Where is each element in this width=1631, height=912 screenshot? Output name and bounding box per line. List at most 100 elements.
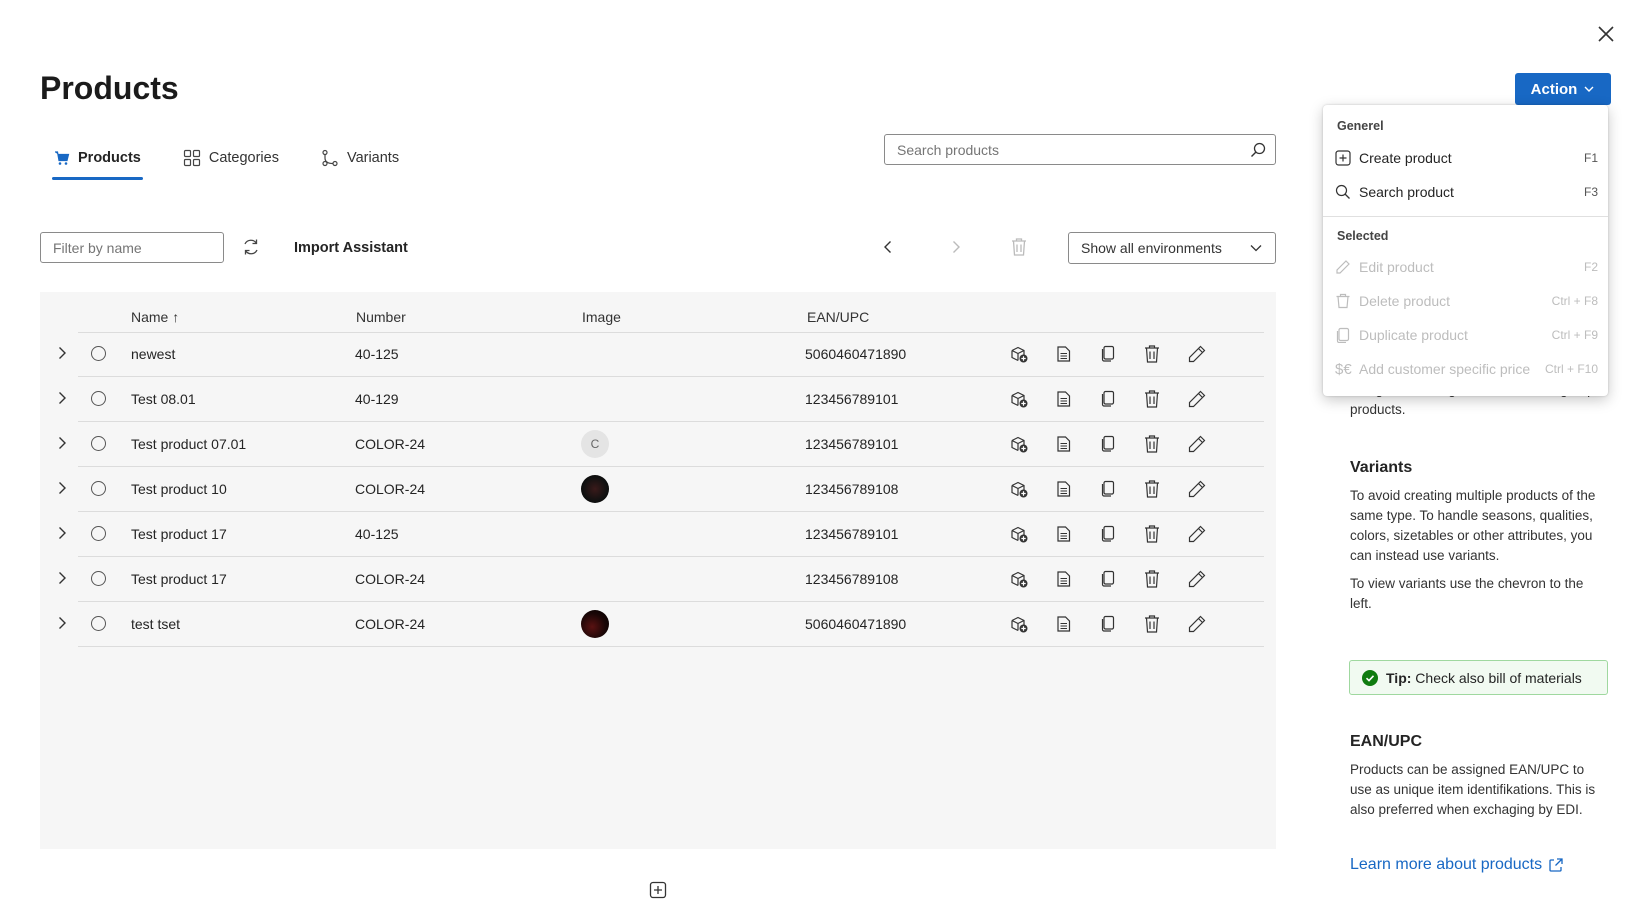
table-row[interactable]: Test 08.01 40-129 123456789101 <box>40 377 1276 422</box>
row-edit-button[interactable] <box>1187 344 1207 364</box>
row-select-radio[interactable] <box>91 526 106 541</box>
product-number: COLOR-24 <box>355 481 426 497</box>
row-delete-button[interactable] <box>1143 524 1161 544</box>
product-ean: 123456789101 <box>805 391 899 407</box>
row-document-button[interactable] <box>1055 569 1073 589</box>
row-edit-button[interactable] <box>1187 614 1207 634</box>
tab-categories[interactable]: Categories <box>181 140 281 176</box>
expand-row-button[interactable] <box>55 571 69 585</box>
row-document-button[interactable] <box>1055 344 1073 364</box>
row-delete-button[interactable] <box>1143 614 1161 634</box>
menu-divider <box>1323 216 1608 217</box>
document-icon <box>1055 344 1073 364</box>
row-duplicate-button[interactable] <box>1099 569 1117 589</box>
row-document-button[interactable] <box>1055 479 1073 499</box>
expand-row-button[interactable] <box>55 526 69 540</box>
row-select-radio[interactable] <box>91 391 106 406</box>
close-button[interactable] <box>1594 22 1618 46</box>
next-page-button[interactable] <box>948 239 964 255</box>
row-select-radio[interactable] <box>91 481 106 496</box>
table-row[interactable]: Test product 07.01 COLOR-24 C 123456789101 <box>40 422 1276 467</box>
column-header-name[interactable]: Name ↑ <box>131 309 179 325</box>
row-stock-button[interactable] <box>1009 389 1029 409</box>
delete-selected-button[interactable] <box>1010 237 1028 257</box>
menu-item-add-customer-price[interactable]: $€ Add customer specific price Ctrl + F1… <box>1335 355 1598 383</box>
table-row[interactable]: Test product 10 COLOR-24 123456789108 <box>40 467 1276 512</box>
tab-products-label: Products <box>78 150 141 166</box>
row-stock-button[interactable] <box>1009 524 1029 544</box>
row-stock-button[interactable] <box>1009 434 1029 454</box>
filter-by-name-input[interactable] <box>41 233 223 262</box>
tab-products[interactable]: Products <box>52 140 143 180</box>
row-duplicate-button[interactable] <box>1099 524 1117 544</box>
row-stock-button[interactable] <box>1009 614 1029 634</box>
row-document-button[interactable] <box>1055 389 1073 409</box>
row-delete-button[interactable] <box>1143 344 1161 364</box>
previous-page-button[interactable] <box>880 239 896 255</box>
expand-row-button[interactable] <box>55 616 69 630</box>
environment-select[interactable]: Show all environments <box>1068 232 1276 264</box>
row-stock-button[interactable] <box>1009 569 1029 589</box>
sort-ascending-icon: ↑ <box>172 309 180 325</box>
product-name: Test product 10 <box>131 481 227 497</box>
row-duplicate-button[interactable] <box>1099 389 1117 409</box>
row-select-radio[interactable] <box>91 571 106 586</box>
table-row[interactable]: Test product 17 40-125 123456789101 <box>40 512 1276 557</box>
trash-icon <box>1143 344 1161 364</box>
trash-icon <box>1143 524 1161 544</box>
row-edit-button[interactable] <box>1187 434 1207 454</box>
row-document-button[interactable] <box>1055 614 1073 634</box>
pencil-icon <box>1187 434 1207 454</box>
menu-item-search-product[interactable]: Search product F3 <box>1335 178 1598 206</box>
search-input[interactable] <box>885 141 1241 158</box>
menu-item-edit-product[interactable]: Edit product F2 <box>1335 253 1598 281</box>
expand-row-button[interactable] <box>55 346 69 360</box>
product-ean: 5060460471890 <box>805 346 907 362</box>
learn-more-link[interactable]: Learn more about products <box>1350 856 1564 874</box>
learn-more-label: Learn more about products <box>1350 856 1543 873</box>
row-edit-button[interactable] <box>1187 524 1207 544</box>
chevron-right-icon <box>59 437 66 449</box>
row-duplicate-button[interactable] <box>1099 434 1117 454</box>
row-select-radio[interactable] <box>91 616 106 631</box>
row-delete-button[interactable] <box>1143 389 1161 409</box>
column-header-number[interactable]: Number <box>356 309 406 325</box>
row-edit-button[interactable] <box>1187 389 1207 409</box>
add-row-button[interactable] <box>649 881 667 899</box>
expand-row-button[interactable] <box>55 391 69 405</box>
row-delete-button[interactable] <box>1143 434 1161 454</box>
expand-row-button[interactable] <box>55 436 69 450</box>
menu-item-duplicate-product[interactable]: Duplicate product Ctrl + F9 <box>1335 321 1598 349</box>
product-number: 40-125 <box>355 346 399 362</box>
row-delete-button[interactable] <box>1143 479 1161 499</box>
row-duplicate-button[interactable] <box>1099 344 1117 364</box>
menu-item-delete-product[interactable]: Delete product Ctrl + F8 <box>1335 287 1598 315</box>
row-edit-button[interactable] <box>1187 569 1207 589</box>
menu-item-create-product[interactable]: Create product F1 <box>1335 144 1598 172</box>
row-document-button[interactable] <box>1055 434 1073 454</box>
column-header-ean[interactable]: EAN/UPC <box>807 309 869 325</box>
tab-variants[interactable]: Variants <box>319 140 401 176</box>
row-edit-button[interactable] <box>1187 479 1207 499</box>
row-duplicate-button[interactable] <box>1099 614 1117 634</box>
table-row[interactable]: test tset COLOR-24 5060460471890 <box>40 602 1276 647</box>
expand-row-button[interactable] <box>55 481 69 495</box>
row-stock-button[interactable] <box>1009 479 1029 499</box>
row-document-button[interactable] <box>1055 524 1073 544</box>
column-header-image[interactable]: Image <box>582 309 621 325</box>
row-delete-button[interactable] <box>1143 569 1161 589</box>
search-button[interactable] <box>1241 142 1275 158</box>
table-row[interactable]: Test product 17 COLOR-24 123456789108 <box>40 557 1276 602</box>
row-select-radio[interactable] <box>91 436 106 451</box>
product-image <box>581 475 609 503</box>
plus-square-icon <box>1335 150 1351 166</box>
action-button[interactable]: Action <box>1515 73 1611 105</box>
chevron-left-icon <box>884 241 891 253</box>
table-row[interactable]: newest 40-125 5060460471890 <box>40 332 1276 377</box>
row-duplicate-button[interactable] <box>1099 479 1117 499</box>
refresh-button[interactable] <box>241 237 261 257</box>
document-icon <box>1055 434 1073 454</box>
row-stock-button[interactable] <box>1009 344 1029 364</box>
row-select-radio[interactable] <box>91 346 106 361</box>
import-assistant-button[interactable]: Import Assistant <box>294 240 408 256</box>
